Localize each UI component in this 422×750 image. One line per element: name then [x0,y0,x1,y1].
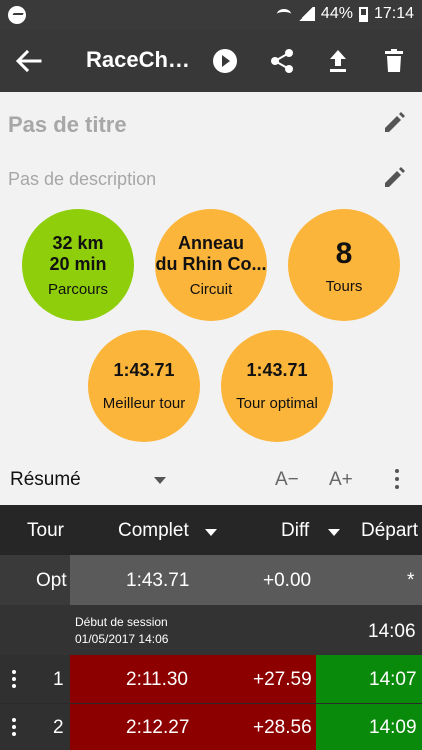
circuit-name-line1: Anneau [177,232,244,253]
optimal-lap-time: 1:43.71 [246,360,308,380]
lap-number: 1 [53,669,64,690]
battery-percent: 44% [320,5,353,22]
optimal-lap-circle[interactable]: 1:43.71 Tour optimal [221,330,333,442]
signal-icon [296,7,315,21]
session-title-row[interactable]: Pas de titre [0,92,422,152]
header-full[interactable]: Complet [118,520,189,542]
header-lap[interactable]: Tour [27,520,64,542]
opt-full: 1:43.71 [126,570,190,591]
more-vert-icon[interactable] [394,469,400,491]
lap-start: 14:09 [369,717,417,738]
summary-bar: Résumé A− A+ [0,455,422,505]
chevron-down-icon[interactable] [154,477,166,484]
clock: 17:14 [373,5,414,22]
share-icon[interactable] [268,47,296,75]
session-start-time: 14:06 [368,621,416,642]
parcours-duration: 20 min [49,253,107,274]
parcours-label: Parcours [47,280,109,298]
app-title: RaceChrono [86,47,196,72]
lap-full: 2:11.30 [126,669,188,690]
diff-sort-icon[interactable] [328,529,340,536]
lap-menu-icon[interactable] [12,670,16,691]
opt-diff: +0.00 [263,570,312,591]
lap-diff: +27.59 [253,669,312,690]
font-decrease-button[interactable]: A− [275,469,299,491]
wifi-icon [276,9,291,19]
messenger-icon [8,6,26,24]
circuit-label: Circuit [189,280,233,298]
optimal-lap-label: Tour optimal [236,395,318,412]
best-lap-circle[interactable]: 1:43.71 Meilleur tour [88,330,200,442]
best-lap-label: Meilleur tour [102,395,186,412]
edit-description-icon[interactable] [382,164,408,190]
app-bar: RaceChrono [0,30,422,92]
back-arrow-icon[interactable] [14,48,42,74]
tours-count: 8 [335,236,353,270]
tours-label: Tours [325,277,363,295]
session-description-row[interactable]: Pas de description [0,152,422,204]
battery-icon [358,6,368,22]
parcours-distance: 32 km [52,232,104,253]
lap-start: 14:07 [369,669,417,690]
table-row-optimal[interactable]: Opt 1:43.71 +0.00 * [0,555,422,605]
opt-start: * [407,570,415,591]
lap-diff: +28.56 [253,717,312,738]
opt-lap: Opt [36,570,67,591]
upload-icon[interactable] [324,47,352,75]
delete-icon[interactable] [380,47,408,75]
tours-circle[interactable]: 8 Tours [288,209,400,321]
font-increase-button[interactable]: A+ [329,469,353,491]
session-title[interactable]: Pas de titre [8,112,127,138]
table-row-lap-2[interactable]: 2 2:12.27 +28.56 14:09 [0,704,422,750]
lap-full: 2:12.27 [126,717,190,738]
session-start-label: Début de session [75,615,168,629]
lap-number: 2 [53,717,64,738]
header-diff[interactable]: Diff [281,520,309,542]
status-bar: 44% 17:14 [0,0,422,30]
laps-table: Tour Complet Diff Départ Opt 1:43.71 +0.… [0,505,422,750]
table-row-lap-1[interactable]: 1 2:11.30 +27.59 14:07 [0,655,422,703]
summary-dropdown[interactable]: Résumé [10,469,81,491]
circuit-name-line2: du Rhin Co... [155,253,267,274]
lap-menu-icon[interactable] [12,718,16,739]
session-description[interactable]: Pas de description [8,169,156,190]
play-icon[interactable] [211,47,239,75]
parcours-circle[interactable]: 32 km 20 min Parcours [22,209,134,321]
full-sort-icon[interactable] [205,529,217,536]
circuit-circle[interactable]: Anneau du Rhin Co... Circuit [155,209,267,321]
table-header: Tour Complet Diff Départ [0,505,422,555]
best-lap-time: 1:43.71 [113,360,175,380]
header-start[interactable]: Départ [361,520,418,542]
session-start-date: 01/05/2017 14:06 [75,632,169,646]
table-row-session-start[interactable]: Début de session 01/05/2017 14:06 14:06 [0,605,422,655]
edit-title-icon[interactable] [382,109,408,135]
